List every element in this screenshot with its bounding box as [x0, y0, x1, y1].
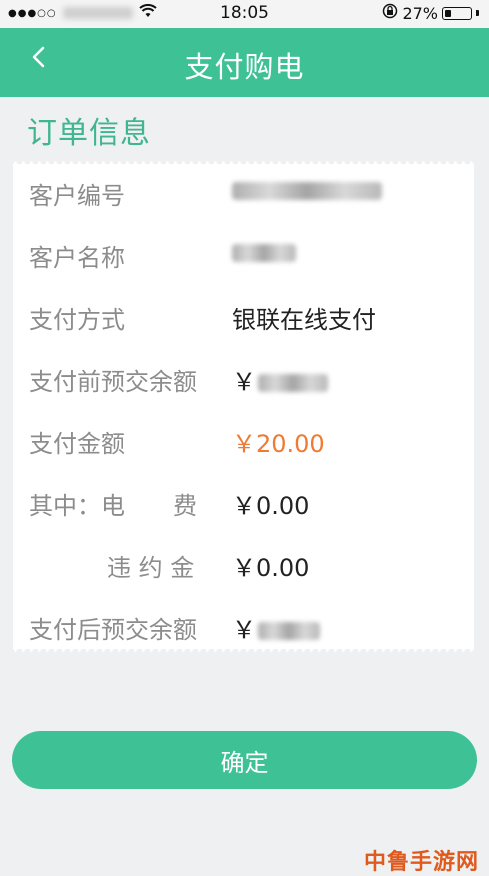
balance-after-label: 支付后预交余额 [29, 616, 197, 644]
battery-tip [476, 10, 479, 16]
pay-method-label: 支付方式 [29, 306, 125, 334]
electricity-fee-label: 其中：电 费 [29, 492, 197, 520]
balance-before-label: 支付前预交余额 [29, 368, 197, 396]
electricity-fee-row: 其中：电 费 ￥0.00 [13, 481, 474, 521]
customer-name-row: 客户名称 [13, 233, 474, 273]
redacted-balance-after [258, 622, 320, 640]
section-title: 订单信息 [27, 116, 151, 151]
amount-row: 支付金额 ￥20.00 [13, 419, 474, 459]
customer-id-value [232, 176, 382, 204]
customer-name-label: 客户名称 [29, 244, 125, 272]
customer-name-value [232, 238, 296, 266]
customer-id-row: 客户编号 [13, 171, 474, 211]
nav-bar: 支付购电 [0, 28, 489, 97]
currency-symbol: ￥ [232, 616, 256, 644]
customer-id-label: 客户编号 [29, 182, 125, 210]
redacted-customer-name [232, 244, 296, 262]
redacted-balance-before [258, 374, 328, 392]
redacted-customer-id [232, 182, 382, 200]
order-info-card: 客户编号 客户名称 支付方式 银联在线支付 支付前预交余额 ￥ 支付金额 ￥20… [13, 161, 474, 652]
status-bar: ●●●○○ 18:05 27% [0, 0, 489, 28]
penalty-label: 违 约 金 [107, 554, 195, 582]
status-right: 27% [382, 3, 479, 23]
balance-before-value: ￥ [232, 362, 328, 397]
electricity-fee-value: ￥0.00 [232, 492, 310, 520]
balance-after-row: 支付后预交余额 ￥ [13, 605, 474, 645]
pay-method-value: 银联在线支付 [232, 306, 376, 334]
balance-before-row: 支付前预交余额 ￥ [13, 357, 474, 397]
balance-after-value: ￥ [232, 610, 320, 645]
battery-percent: 27% [402, 3, 438, 23]
rotation-lock-icon [382, 3, 398, 23]
amount-label: 支付金额 [29, 430, 125, 458]
page-title: 支付购电 [184, 50, 305, 84]
penalty-value: ￥0.00 [232, 554, 310, 582]
pay-method-row: 支付方式 银联在线支付 [13, 295, 474, 335]
confirm-button[interactable]: 确定 [12, 731, 477, 789]
amount-value: ￥20.00 [232, 430, 325, 458]
currency-symbol: ￥ [232, 368, 256, 396]
watermark-logo: 中鲁手游网 [363, 850, 479, 875]
battery-fill [445, 9, 451, 17]
battery-icon [442, 6, 472, 20]
penalty-row: 违 约 金 ￥0.00 [13, 543, 474, 583]
